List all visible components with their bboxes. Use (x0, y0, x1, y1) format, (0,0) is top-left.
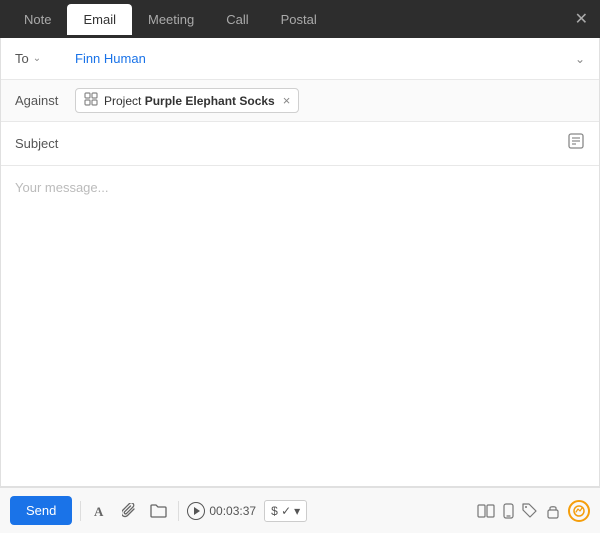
tab-email[interactable]: Email (67, 4, 132, 35)
columns-icon[interactable] (477, 504, 495, 518)
to-row: To ⌄ Finn Human ⌄ (1, 38, 599, 80)
message-area[interactable]: Your message... (1, 166, 599, 486)
against-tag-text: Project Purple Elephant Socks (104, 94, 275, 108)
divider-1 (80, 501, 81, 521)
timer-play-button[interactable] (187, 502, 205, 520)
svg-text:A: A (94, 504, 104, 519)
form-area: To ⌄ Finn Human ⌄ Against Project Purple… (0, 38, 600, 487)
expand-icon[interactable]: ⌄ (575, 52, 585, 66)
attachment-icon[interactable] (119, 500, 139, 522)
lock-icon[interactable] (546, 503, 560, 519)
tab-call[interactable]: Call (210, 4, 264, 35)
send-button[interactable]: Send (10, 496, 72, 525)
project-icon (84, 92, 98, 109)
template-icon[interactable] (567, 132, 585, 155)
to-value: Finn Human (75, 51, 575, 66)
tab-bar: Note Email Meeting Call Postal ✕ (0, 0, 600, 38)
against-label: Against (15, 93, 75, 108)
font-icon[interactable]: A (89, 500, 111, 522)
divider-2 (178, 501, 179, 521)
mobile-icon[interactable] (503, 503, 514, 519)
against-row: Against Project Purple Elephant Socks × (1, 80, 599, 122)
against-tag-close-icon[interactable]: × (283, 93, 291, 108)
tab-postal[interactable]: Postal (265, 4, 333, 35)
subject-label: Subject (15, 136, 567, 151)
toolbar-right (477, 500, 590, 522)
close-icon[interactable]: ✕ (571, 9, 592, 29)
timer-value: 00:03:37 (209, 504, 256, 518)
tag-icon[interactable] (522, 503, 538, 519)
folder-icon[interactable] (147, 501, 170, 521)
bottom-toolbar: Send A 00:03:37 $ ✓ ▾ (0, 487, 600, 533)
activity-badge[interactable] (568, 500, 590, 522)
tab-note[interactable]: Note (8, 4, 67, 35)
against-tag: Project Purple Elephant Socks × (75, 88, 299, 113)
message-placeholder: Your message... (15, 180, 108, 195)
to-chevron-icon[interactable]: ⌄ (33, 53, 41, 64)
tab-meeting[interactable]: Meeting (132, 4, 210, 35)
timer-area: 00:03:37 (187, 502, 256, 520)
currency-dropdown[interactable]: $ ✓ ▾ (264, 500, 307, 522)
subject-row: Subject (1, 122, 599, 166)
to-label[interactable]: To ⌄ (15, 51, 75, 66)
